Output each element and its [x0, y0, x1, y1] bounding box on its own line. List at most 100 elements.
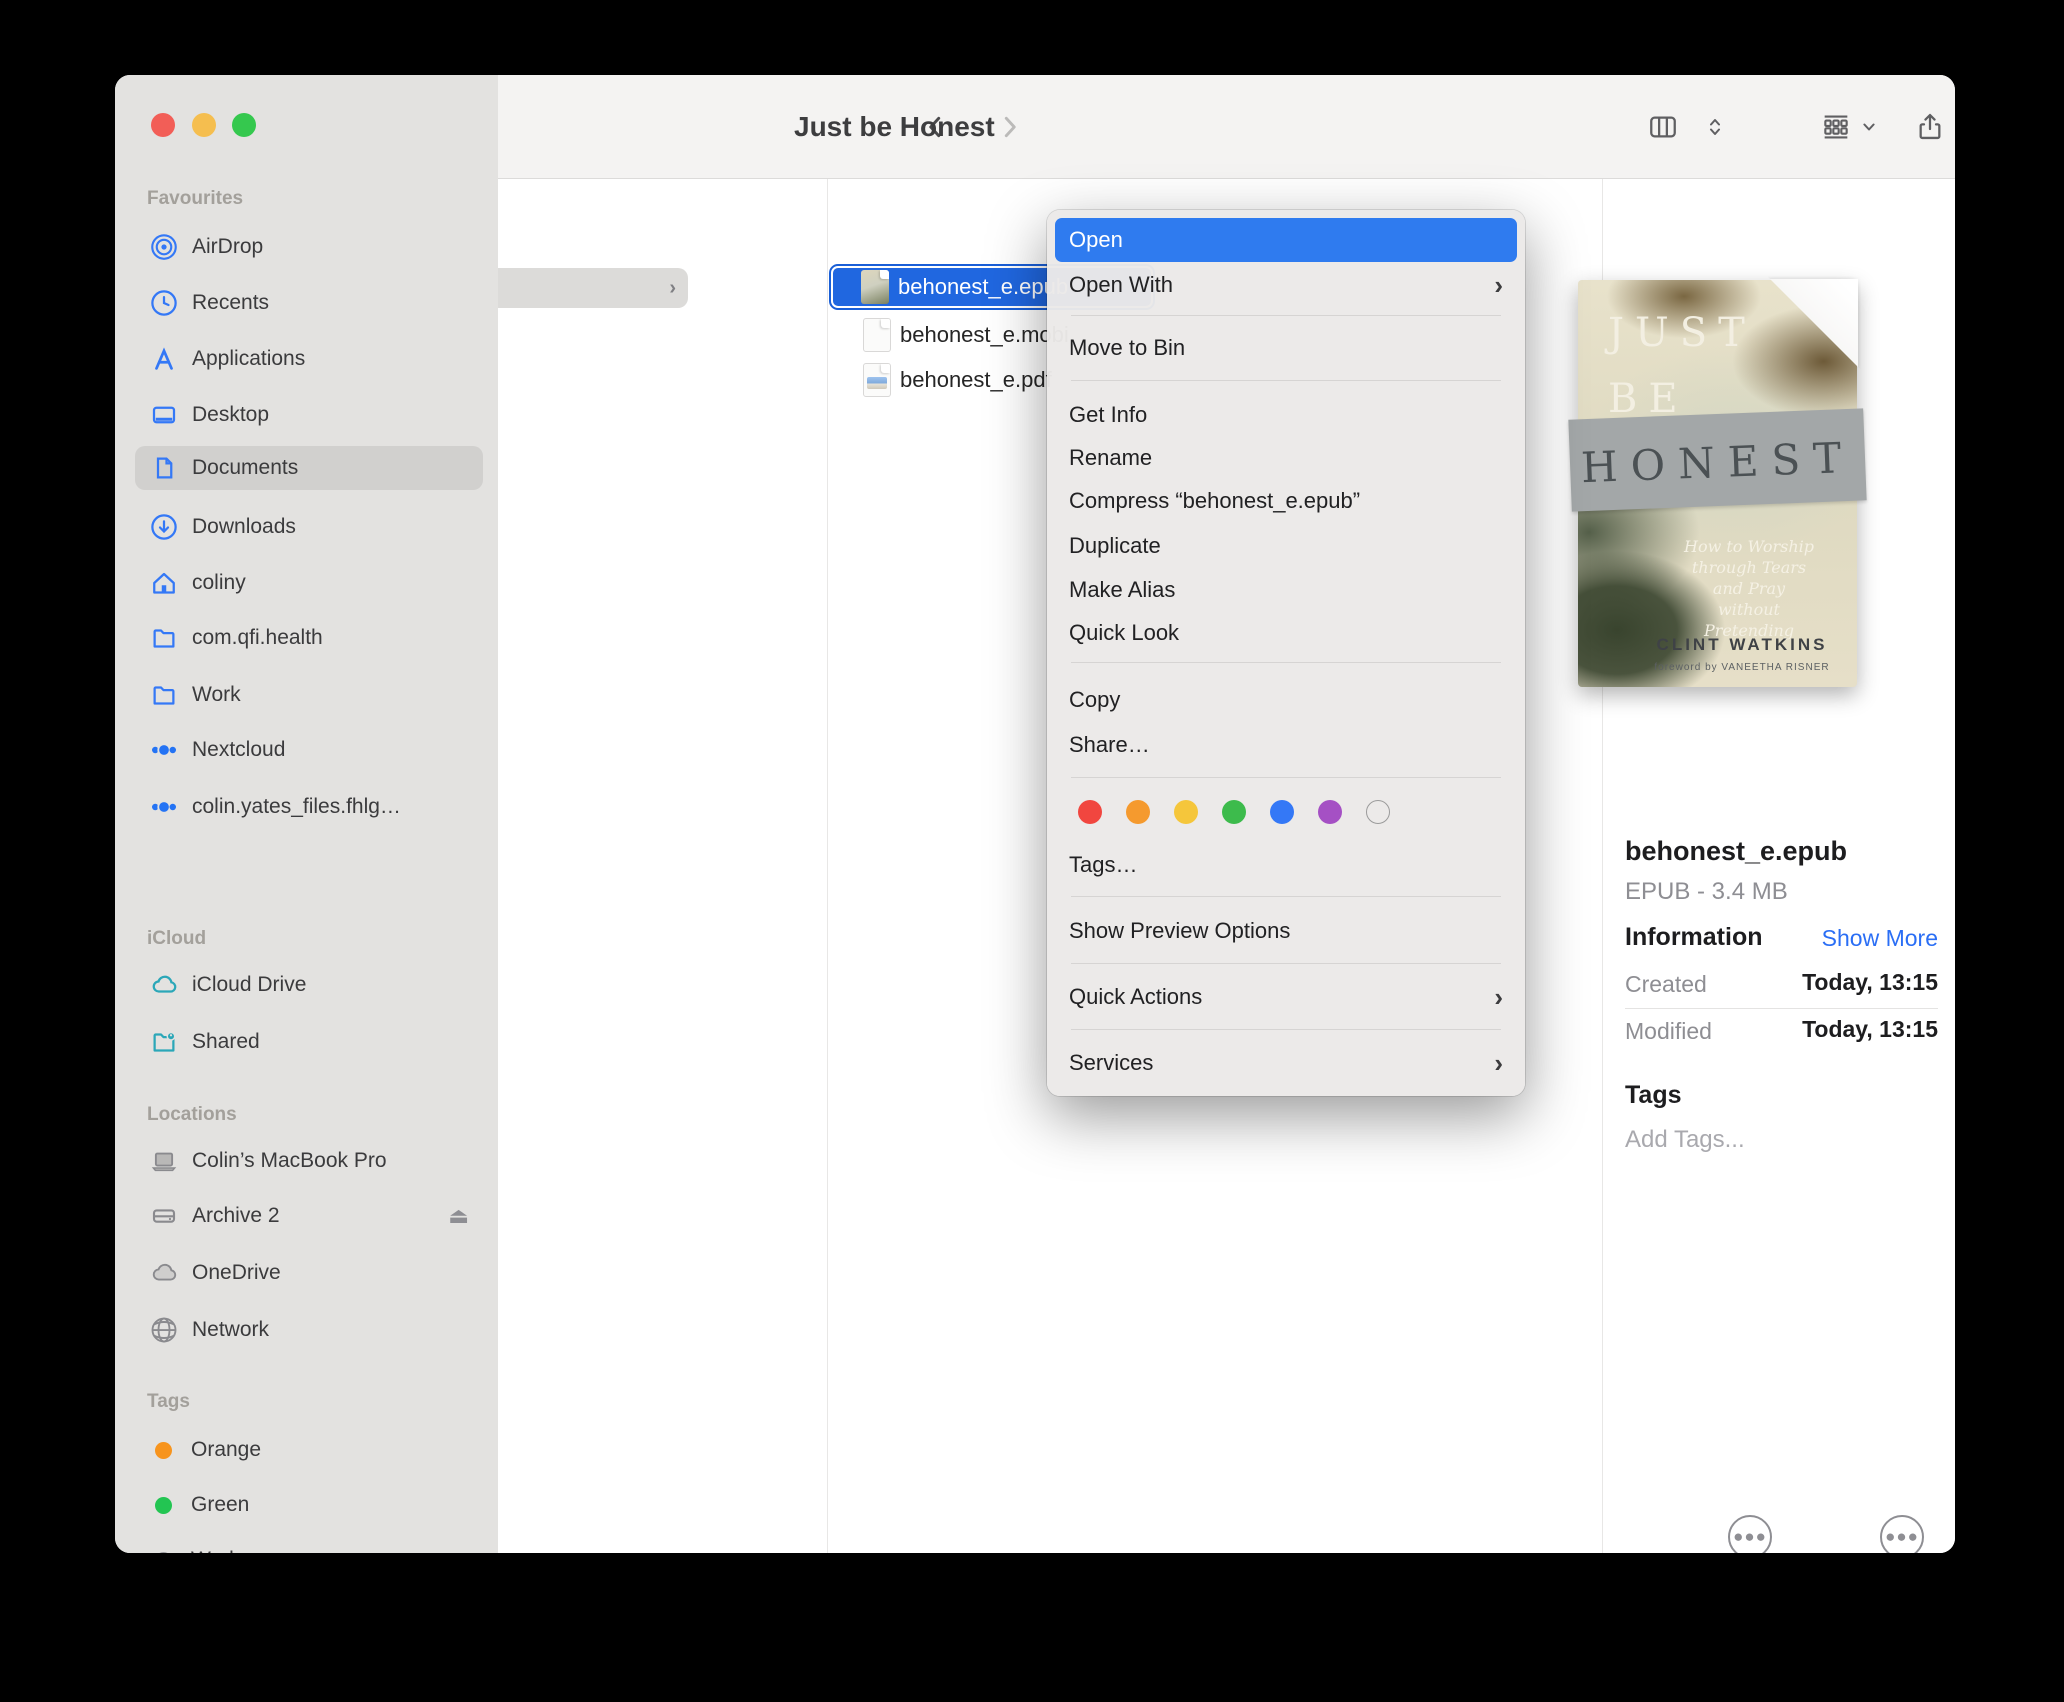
menu-item-share[interactable]: Share… — [1055, 725, 1517, 765]
up-down-chevrons-icon — [1703, 115, 1727, 139]
sidebar-item-work-folder[interactable]: Work — [135, 673, 483, 717]
sidebar-item-colin-yates-files[interactable]: colin.yates_files.fhlg… — [135, 785, 483, 829]
cover-author: CLINT WATKINS — [1637, 635, 1847, 655]
sidebar-item-tag-green[interactable]: Green — [135, 1483, 483, 1527]
sidebar-item-desktop[interactable]: Desktop — [135, 393, 483, 437]
group-button[interactable] — [1816, 107, 1856, 147]
sidebar-item-onedrive[interactable]: OneDrive — [135, 1251, 483, 1295]
sidebar-item-comqfihealth[interactable]: com.qfi.health — [135, 616, 483, 660]
menu-item-show-preview-options[interactable]: Show Preview Options — [1055, 911, 1517, 951]
menu-item-open-with[interactable]: Open With› — [1055, 265, 1517, 305]
tags-header: Tags — [1625, 1081, 1682, 1110]
share-button[interactable] — [1910, 107, 1950, 147]
download-icon — [149, 512, 179, 542]
menu-item-services[interactable]: Services› — [1055, 1043, 1517, 1083]
cover-title-line1: JUST — [1608, 310, 1756, 356]
chevron-right-icon: › — [669, 277, 676, 300]
menu-item-get-info[interactable]: Get Info — [1055, 395, 1517, 435]
sidebar-item-network[interactable]: Network — [135, 1308, 483, 1352]
external-drive-icon — [149, 1201, 179, 1231]
modified-value: Today, 13:15 — [1802, 1016, 1938, 1043]
menu-item-make-alias[interactable]: Make Alias — [1055, 570, 1517, 610]
nextcloud-icon — [149, 792, 179, 822]
submenu-chevron-icon: › — [1494, 984, 1503, 1010]
tag-color-none[interactable] — [1366, 800, 1390, 824]
sidebar-item-archive2[interactable]: Archive 2 ⏏ — [135, 1194, 483, 1238]
more-button[interactable]: ●●● — [1880, 1515, 1924, 1553]
pdf-file-icon — [863, 363, 891, 397]
green-tag-icon — [155, 1497, 172, 1514]
zoom-button[interactable] — [232, 113, 256, 137]
menu-item-duplicate[interactable]: Duplicate — [1055, 526, 1517, 566]
menu-item-open[interactable]: Open — [1055, 218, 1517, 262]
tag-color-red[interactable] — [1078, 800, 1102, 824]
airdrop-icon — [149, 232, 179, 262]
sidebar-item-recents[interactable]: Recents — [135, 281, 483, 325]
info-divider — [1625, 1008, 1938, 1009]
menu-separator — [1071, 963, 1501, 964]
cover-band: HONEST — [1568, 408, 1866, 511]
tag-color-purple[interactable] — [1318, 800, 1342, 824]
sidebar-item-nextcloud[interactable]: Nextcloud — [135, 728, 483, 772]
orange-tag-icon — [155, 1442, 172, 1459]
preview-file-meta: EPUB - 3.4 MB — [1625, 878, 1788, 906]
desktop: Favourites AirDrop Recents Applications … — [0, 0, 2064, 1702]
tag-color-yellow[interactable] — [1174, 800, 1198, 824]
sidebar-item-tag-orange[interactable]: Orange — [135, 1428, 483, 1472]
menu-item-copy[interactable]: Copy — [1055, 680, 1517, 720]
tag-color-green[interactable] — [1222, 800, 1246, 824]
chevron-right-icon — [994, 112, 1024, 142]
add-tags-field[interactable]: Add Tags... — [1625, 1126, 1745, 1154]
view-columns-button[interactable] — [1643, 107, 1683, 147]
app-store-icon — [149, 344, 179, 374]
preview-file-name: behonest_e.epub — [1625, 836, 1847, 867]
cover-foreword: foreword by VANEETHA RISNER — [1637, 662, 1847, 673]
minimize-button[interactable] — [192, 113, 216, 137]
sidebar-item-macbook-pro[interactable]: Colin’s MacBook Pro — [135, 1139, 483, 1183]
parent-folder-selection[interactable]: › — [498, 268, 688, 308]
nextcloud-icon — [149, 735, 179, 765]
menu-item-quick-actions[interactable]: Quick Actions› — [1055, 977, 1517, 1017]
menu-item-quick-look[interactable]: Quick Look — [1055, 613, 1517, 653]
menu-separator — [1071, 380, 1501, 381]
send-to-kindle-button[interactable]: ●●● — [1728, 1515, 1772, 1553]
group-chevron[interactable] — [1856, 107, 1882, 147]
clock-icon — [149, 288, 179, 318]
tag-color-orange[interactable] — [1126, 800, 1150, 824]
sidebar-item-applications[interactable]: Applications — [135, 337, 483, 381]
close-button[interactable] — [151, 113, 175, 137]
column-divider[interactable] — [827, 179, 828, 1553]
cover-subtitle: How to Worship through Tears and Pray wi… — [1659, 536, 1839, 641]
menu-separator — [1071, 315, 1501, 316]
information-header: Information — [1625, 923, 1763, 952]
sidebar-item-shared[interactable]: Shared — [135, 1020, 483, 1064]
sidebar-item-icloud-drive[interactable]: iCloud Drive — [135, 963, 483, 1007]
view-sort-toggle[interactable] — [1701, 107, 1729, 147]
sidebar-item-airdrop[interactable]: AirDrop — [135, 225, 483, 269]
menu-item-rename[interactable]: Rename — [1055, 438, 1517, 478]
menu-item-tags[interactable]: Tags… — [1055, 845, 1517, 885]
modified-label: Modified — [1625, 1018, 1712, 1045]
tag-color-blue[interactable] — [1270, 800, 1294, 824]
file-name: behonest_e.epub — [898, 274, 1068, 300]
show-more-link[interactable]: Show More — [1822, 925, 1938, 952]
eject-icon[interactable]: ⏏ — [448, 1203, 469, 1229]
file-name: behonest_e.pdf — [900, 367, 1052, 393]
menu-item-compress[interactable]: Compress “behonest_e.epub” — [1055, 481, 1517, 521]
sidebar-item-documents[interactable]: Documents — [135, 446, 483, 490]
sidebar-item-downloads[interactable]: Downloads — [135, 505, 483, 549]
menu-item-move-to-bin[interactable]: Move to Bin — [1055, 328, 1517, 368]
forward-button[interactable] — [989, 107, 1029, 147]
sidebar-item-home[interactable]: coliny — [135, 561, 483, 605]
globe-icon — [149, 1315, 179, 1345]
sidebar-item-tag-work[interactable]: Work — [135, 1538, 483, 1553]
document-icon — [149, 453, 179, 483]
submenu-chevron-icon: › — [1494, 1050, 1503, 1076]
empty-tag-icon — [155, 1552, 172, 1554]
page-curl-icon — [1770, 279, 1858, 367]
ellipsis-icon: ●●● — [1885, 1527, 1919, 1547]
folder-icon — [149, 680, 179, 710]
sidebar-section-icloud: iCloud — [147, 928, 206, 950]
folder-icon — [149, 623, 179, 653]
onedrive-cloud-icon — [149, 1258, 179, 1288]
